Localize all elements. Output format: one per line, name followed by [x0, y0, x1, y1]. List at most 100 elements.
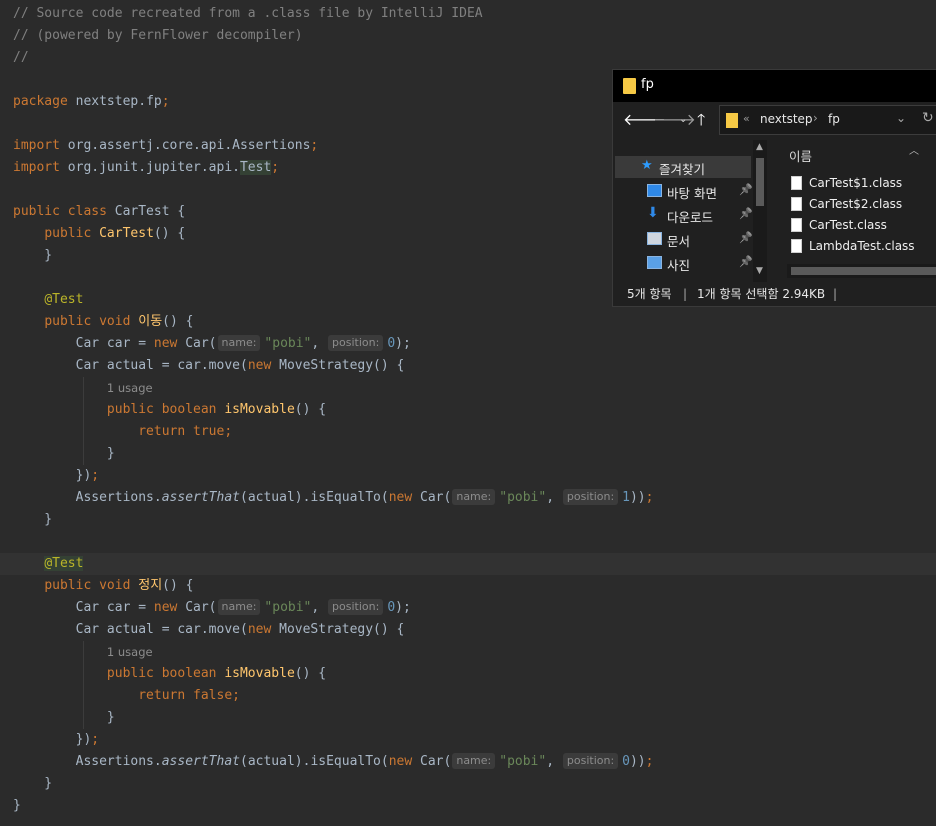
code-token: MoveStrategy() { [271, 358, 405, 373]
address-bar[interactable]: « nextstep › fp ⌄ ↻ [719, 105, 936, 135]
code-token: } [13, 798, 21, 813]
column-header-name[interactable]: 이름 [789, 146, 812, 165]
code-line[interactable]: public boolean isMovable() { [0, 663, 936, 685]
nav-item[interactable]: 바탕 화면 📌 [615, 180, 753, 202]
pin-icon[interactable]: 📌 [739, 183, 753, 196]
indent-guide [83, 377, 84, 465]
code-token: 정지 [138, 578, 163, 593]
code-line[interactable]: // [0, 47, 936, 69]
code-token: nextstep.fp [67, 94, 162, 109]
file-list-scrollbar[interactable] [787, 264, 936, 278]
chevron-down-icon[interactable]: ⌄ [679, 108, 687, 132]
code-line[interactable]: Assertions.assertThat(actual).isEqualTo(… [0, 751, 936, 773]
code-line[interactable]: 1 usage [0, 641, 936, 663]
code-token: (actual).isEqualTo( [240, 754, 389, 769]
star-icon: ★ [641, 158, 653, 173]
status-selection: 1개 항목 선택함 2.94KB [697, 287, 826, 301]
code-line[interactable] [0, 531, 936, 553]
code-line[interactable]: }); [0, 729, 936, 751]
parameter-hint: position: [562, 489, 619, 505]
file-item[interactable]: LambdaTest.class [791, 237, 936, 257]
nav-pane-scrollbar[interactable]: ▲ ▼ [753, 140, 767, 282]
code-line[interactable]: // Source code recreated from a .class f… [0, 3, 936, 25]
nav-item-label: 다운로드 [667, 210, 714, 225]
code-line[interactable]: } [0, 795, 936, 817]
status-divider: | [683, 287, 688, 301]
scroll-down-icon[interactable]: ▼ [756, 266, 763, 276]
code-line[interactable]: } [0, 443, 936, 465]
code-token: , [311, 336, 328, 351]
file-item[interactable]: CarTest$2.class [791, 195, 936, 215]
code-token: ; [645, 754, 654, 769]
nav-item-label: 문서 [667, 234, 691, 249]
code-line[interactable]: // (powered by FernFlower decompiler) [0, 25, 936, 47]
code-token: Car actual = car.move( [13, 622, 248, 637]
code-token: Test [239, 160, 272, 175]
nav-item[interactable]: 사진 📌 [615, 252, 753, 274]
code-line[interactable]: }); [0, 465, 936, 487]
scrollbar-thumb[interactable] [756, 158, 764, 206]
status-item-count: 5개 항목 [627, 287, 672, 301]
refresh-icon[interactable]: ↻ [922, 110, 934, 126]
nav-item[interactable]: ⬇ 다운로드 📌 [615, 204, 753, 226]
code-token: )) [629, 754, 646, 769]
file-item[interactable]: CarTest.class [791, 216, 936, 236]
code-line[interactable]: Car actual = car.move(new MoveStrategy()… [0, 619, 936, 641]
code-token: return true [138, 424, 225, 439]
breadcrumb-separator[interactable]: › [813, 111, 818, 125]
arrow-right-icon[interactable]: 🡒 [653, 108, 696, 132]
code-token: CarTest { [106, 204, 186, 219]
pin-icon[interactable]: 📌 [739, 255, 753, 268]
code-token: }) [13, 468, 92, 483]
breadcrumb-nextstep[interactable]: nextstep [760, 112, 813, 126]
parameter-hint: position: [562, 753, 619, 769]
address-overflow-chevron[interactable]: « [743, 112, 750, 125]
code-token: assertThat [161, 490, 240, 505]
code-token: "pobi" [499, 490, 547, 505]
code-line[interactable]: Car car = new Car(name: "pobi", position:… [0, 333, 936, 355]
code-token: ); [395, 336, 411, 351]
code-line[interactable]: return true; [0, 421, 936, 443]
code-line[interactable]: public void 이동() { [0, 311, 936, 333]
code-token: } [13, 446, 115, 461]
code-line[interactable]: @Test [0, 553, 936, 575]
code-token: 0 [387, 336, 396, 351]
code-line[interactable]: } [0, 509, 936, 531]
parameter-hint: name: [217, 599, 261, 615]
code-token: // [13, 50, 29, 65]
nav-item[interactable]: 문서 📌 [615, 228, 753, 250]
code-token: ; [271, 160, 280, 175]
code-line[interactable]: Car actual = car.move(new MoveStrategy()… [0, 355, 936, 377]
parameter-hint: position: [328, 599, 384, 615]
code-token: ; [91, 468, 100, 483]
breadcrumb-fp[interactable]: fp [828, 112, 840, 126]
scroll-up-icon[interactable]: ▲ [756, 142, 763, 152]
code-line[interactable]: 1 usage [0, 377, 936, 399]
nav-item[interactable]: ★ 즐겨찾기 [615, 156, 751, 178]
chevron-down-icon[interactable]: ⌄ [896, 111, 906, 125]
code-line[interactable]: return false; [0, 685, 936, 707]
code-token: () { [294, 666, 327, 681]
code-line[interactable]: public boolean isMovable() { [0, 399, 936, 421]
code-line[interactable]: } [0, 707, 936, 729]
file-item[interactable]: CarTest$1.class [791, 174, 936, 194]
scrollbar-thumb[interactable] [791, 267, 936, 275]
code-line[interactable]: Car car = new Car(name: "pobi", position:… [0, 597, 936, 619]
pin-icon[interactable]: 📌 [739, 207, 753, 220]
code-token: public void [44, 314, 131, 329]
code-token: public [44, 226, 92, 241]
pin-icon[interactable]: 📌 [739, 231, 753, 244]
arrow-up-icon[interactable]: 🡑 [697, 108, 705, 132]
code-token: new [388, 490, 413, 505]
code-line[interactable]: Assertions.assertThat(actual).isEqualTo(… [0, 487, 936, 509]
code-line[interactable]: } [0, 773, 936, 795]
code-line[interactable]: public void 정지() { [0, 575, 936, 597]
code-token: Car( [177, 336, 217, 351]
file-list: 이름 ︿ CarTest$1.class CarTest$2.class CarTe… [771, 140, 936, 282]
usage-lens[interactable]: 1 usage [107, 645, 153, 659]
usage-lens[interactable]: 1 usage [107, 381, 153, 395]
explorer-title-bar[interactable]: fp [613, 70, 936, 102]
